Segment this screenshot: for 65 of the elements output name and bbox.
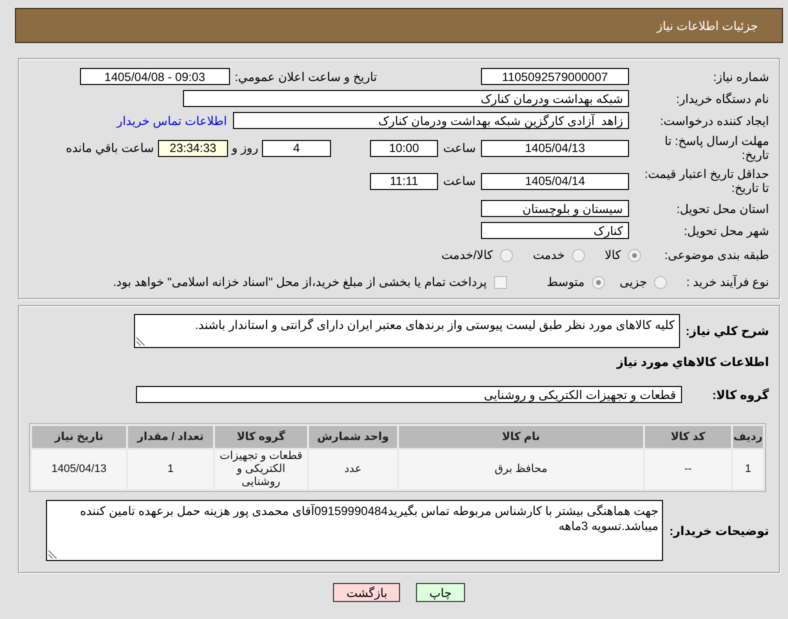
need-number-field[interactable]: 1105092579000007 (481, 68, 629, 85)
print-button[interactable]: چاپ (416, 583, 465, 602)
table-cell: -- (645, 450, 731, 489)
province-field[interactable]: سیستان و بلوچستان (481, 200, 629, 217)
field-label: استان محل تحویل: (676, 202, 769, 216)
buyer-org-field[interactable]: شبکه بهداشت ودرمان کنارک (183, 90, 629, 107)
field-label: ساعت (443, 174, 476, 188)
remaining-time-field[interactable]: 23:34:33 (158, 140, 228, 156)
page-title: جزئیات اطلاعات نیاز (656, 18, 758, 32)
field-label: گروه کالا: (712, 388, 769, 402)
column-header: گروه کالا (215, 426, 307, 448)
field-label: ساعت (443, 141, 476, 155)
city-field[interactable]: کنارک (481, 222, 629, 239)
days-field[interactable]: 4 (262, 140, 331, 156)
notes-box[interactable]: جهت هماهنگی بیشتر با کارشناس مربوطه تماس بگیرید09159990484آقای محمدی پور هزینه حمل برعهده تامین کننده میباشد.تسویه 3ماهه (46, 500, 664, 561)
deadline-date-field[interactable]: 1405/04/13 (481, 140, 629, 156)
option-label: جزیی (620, 275, 647, 289)
field-label: حداقل تاریخ اعتبار قیمت: تا تاریخ: (644, 167, 769, 195)
table-cell: قطعات و تجهیزات الکتریکی و روشنایی (215, 450, 307, 489)
column-header: تاریخ نیاز (32, 426, 126, 448)
column-header: تعداد / مقدار (128, 426, 213, 448)
column-header: نام کالا (399, 426, 643, 448)
checkbox-label: پرداخت تمام یا بخشی از مبلغ خرید،از محل "اسناد خزانه اسلامی" خواهد بود. (112, 275, 487, 289)
field-label: توضیحات خریدار: (669, 524, 769, 538)
table-cell: 1405/04/13 (32, 450, 126, 489)
field-label: شهر محل تحویل: (684, 224, 769, 238)
option-label: کالا/خدمت (441, 248, 493, 262)
resize-grip-icon[interactable] (48, 550, 58, 559)
radio-button[interactable] (572, 248, 585, 262)
field-label: نام دستگاه خریدار: (676, 92, 769, 106)
goods-group-field[interactable]: قطعات و تجهیزات الکتریکی و روشنایی (136, 386, 682, 403)
field-label: ایجاد کننده درخواست: (660, 114, 769, 128)
back-button[interactable]: بازگشت (333, 583, 400, 602)
table-cell: عدد (309, 450, 397, 489)
description-box[interactable]: کلیه کالاهای مورد نظر طبق لیست پیوستی واز برندهای معتبر ایران دارای گرانتی و استاندار باشند. (134, 314, 680, 348)
field-label: طبقه بندی موضوعی: (664, 248, 769, 262)
checkbox[interactable] (494, 276, 507, 288)
table-cell: محافظ برق (399, 450, 643, 489)
requester-field[interactable]: زاهد آزادی کارگزین شبکه بهداشت ودرمان کنارک (233, 112, 629, 129)
table-cell: 1 (733, 450, 763, 489)
announce-date-field[interactable]: 1405/04/08 - 09:03 (80, 68, 230, 85)
column-header: ردیف (733, 426, 763, 448)
field-label: شماره نیاز: (713, 70, 769, 84)
field-label: شرح کلي نیاز: (686, 324, 769, 338)
option-label: خدمت (532, 248, 565, 262)
contact-link[interactable]: اطلاعات تماس خریدار (116, 114, 227, 128)
column-header: کد کالا (645, 426, 731, 448)
validity-date-field[interactable]: 1405/04/14 (481, 172, 629, 190)
field-label: روز و (232, 141, 258, 155)
field-label: نوع فرآیند خرید : (686, 275, 769, 289)
radio-button[interactable] (654, 276, 667, 288)
option-label: متوسط (546, 275, 585, 289)
field-label: ساعت باقي مانده (66, 141, 154, 155)
field-label: تاریخ و ساعت اعلان عمومي: (234, 70, 377, 84)
resize-grip-icon[interactable] (136, 337, 145, 346)
field-label: مهلت ارسال پاسخ: تا تاریخ: (664, 134, 769, 162)
radio-button[interactable] (592, 276, 605, 288)
radio-button[interactable] (500, 248, 513, 262)
column-header: واحد شمارش (309, 426, 397, 448)
deadline-time-field[interactable]: 10:00 (370, 140, 438, 156)
option-label: کالا (604, 248, 621, 262)
radio-button[interactable] (628, 248, 641, 262)
validity-time-field[interactable]: 11:11 (370, 172, 438, 190)
section-title: اطلاعات کالاهاي مورد نیاز (616, 355, 769, 369)
table-cell: 1 (128, 450, 213, 489)
